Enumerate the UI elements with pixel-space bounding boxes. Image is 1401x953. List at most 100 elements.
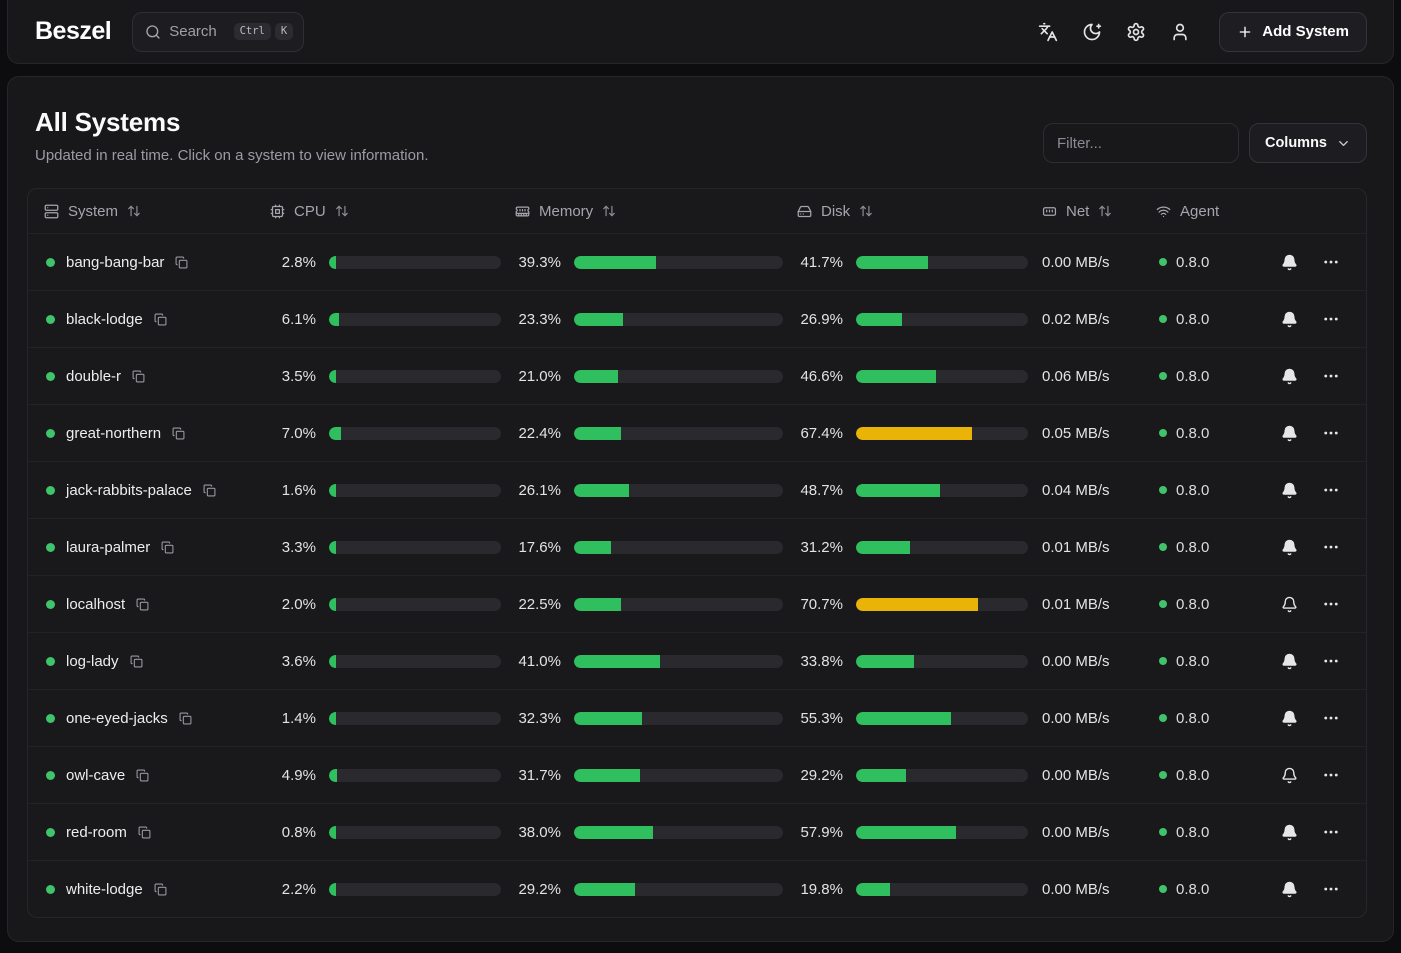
row-menu-button[interactable] (1316, 304, 1346, 334)
row-menu-button[interactable] (1316, 247, 1346, 277)
table-row[interactable]: bang-bang-bar 2.8% 39.3% 41.7% 0.00 MB/s… (28, 233, 1366, 290)
ctrl-key-badge: Ctrl (234, 23, 271, 40)
copy-icon[interactable] (130, 655, 143, 668)
column-header-memory[interactable]: Memory (515, 203, 797, 220)
alerts-button[interactable] (1274, 361, 1304, 391)
cpu-bar-fill (329, 712, 336, 725)
row-menu-button[interactable] (1316, 475, 1346, 505)
cpu-value: 1.6% (270, 482, 316, 499)
app-logo[interactable]: Beszel (35, 17, 111, 46)
copy-icon[interactable] (154, 883, 167, 896)
column-header-disk[interactable]: Disk (797, 203, 1042, 220)
table-row[interactable]: log-lady 3.6% 41.0% 33.8% 0.00 MB/s 0.8.… (28, 632, 1366, 689)
copy-icon[interactable] (172, 427, 185, 440)
agent-status-dot (1159, 657, 1167, 665)
table-row[interactable]: black-lodge 6.1% 23.3% 26.9% 0.02 MB/s 0… (28, 290, 1366, 347)
column-header-system[interactable]: System (44, 203, 270, 220)
table-row[interactable]: great-northern 7.0% 22.4% 67.4% 0.05 MB/… (28, 404, 1366, 461)
net-value: 0.01 MB/s (1042, 596, 1110, 613)
system-name: jack-rabbits-palace (66, 482, 192, 499)
copy-icon[interactable] (179, 712, 192, 725)
net-cell: 0.04 MB/s (1042, 482, 1156, 499)
table-row[interactable]: localhost 2.0% 22.5% 70.7% 0.01 MB/s 0.8… (28, 575, 1366, 632)
row-menu-button[interactable] (1316, 760, 1346, 790)
copy-icon[interactable] (132, 370, 145, 383)
cpu-bar-fill (329, 313, 339, 326)
disk-cell: 41.7% (797, 254, 1042, 271)
table-row[interactable]: white-lodge 2.2% 29.2% 19.8% 0.00 MB/s 0… (28, 860, 1366, 917)
settings-button[interactable] (1117, 13, 1155, 51)
net-value: 0.04 MB/s (1042, 482, 1110, 499)
columns-button[interactable]: Columns (1249, 123, 1367, 163)
net-cell: 0.00 MB/s (1042, 653, 1156, 670)
agent-status-dot (1159, 543, 1167, 551)
cpu-value: 7.0% (270, 425, 316, 442)
table-row[interactable]: owl-cave 4.9% 31.7% 29.2% 0.00 MB/s 0.8.… (28, 746, 1366, 803)
row-menu-button[interactable] (1316, 646, 1346, 676)
table-row[interactable]: laura-palmer 3.3% 17.6% 31.2% 0.01 MB/s … (28, 518, 1366, 575)
disk-bar (856, 769, 1028, 782)
memory-bar (574, 256, 783, 269)
search-input[interactable]: Search Ctrl K (132, 12, 304, 52)
alerts-button[interactable] (1274, 817, 1304, 847)
alerts-button[interactable] (1274, 304, 1304, 334)
language-button[interactable] (1029, 13, 1067, 51)
copy-icon[interactable] (161, 541, 174, 554)
cpu-value: 2.8% (270, 254, 316, 271)
wifi-icon (1156, 204, 1171, 219)
alerts-button[interactable] (1274, 874, 1304, 904)
cpu-bar (329, 541, 501, 554)
theme-toggle-button[interactable] (1073, 13, 1111, 51)
disk-cell: 31.2% (797, 539, 1042, 556)
alerts-button[interactable] (1274, 418, 1304, 448)
agent-status-dot (1159, 714, 1167, 722)
alerts-button[interactable] (1274, 646, 1304, 676)
row-menu-button[interactable] (1316, 589, 1346, 619)
memory-bar (574, 712, 783, 725)
row-menu-button[interactable] (1316, 817, 1346, 847)
net-cell: 0.01 MB/s (1042, 596, 1156, 613)
alerts-button[interactable] (1274, 760, 1304, 790)
alerts-button[interactable] (1274, 532, 1304, 562)
agent-version: 0.8.0 (1176, 254, 1209, 271)
copy-icon[interactable] (203, 484, 216, 497)
net-value: 0.06 MB/s (1042, 368, 1110, 385)
cpu-cell: 7.0% (270, 425, 515, 442)
system-name: laura-palmer (66, 539, 150, 556)
copy-icon[interactable] (136, 598, 149, 611)
row-menu-button[interactable] (1316, 418, 1346, 448)
agent-cell: 0.8.0 (1156, 710, 1256, 727)
user-icon (1170, 22, 1190, 42)
copy-icon[interactable] (154, 313, 167, 326)
table-row[interactable]: one-eyed-jacks 1.4% 32.3% 55.3% 0.00 MB/… (28, 689, 1366, 746)
column-header-agent[interactable]: Agent (1156, 203, 1256, 220)
copy-icon[interactable] (175, 256, 188, 269)
table-row[interactable]: jack-rabbits-palace 1.6% 26.1% 48.7% 0.0… (28, 461, 1366, 518)
table-row[interactable]: red-room 0.8% 38.0% 57.9% 0.00 MB/s 0.8.… (28, 803, 1366, 860)
column-label: Memory (539, 203, 593, 220)
disk-value: 67.4% (797, 425, 843, 442)
table-row[interactable]: double-r 3.5% 21.0% 46.6% 0.06 MB/s 0.8.… (28, 347, 1366, 404)
copy-icon[interactable] (136, 769, 149, 782)
cpu-bar (329, 883, 501, 896)
filter-input[interactable] (1043, 123, 1239, 163)
row-menu-button[interactable] (1316, 874, 1346, 904)
memory-value: 22.5% (515, 596, 561, 613)
net-value: 0.00 MB/s (1042, 254, 1110, 271)
row-menu-button[interactable] (1316, 703, 1346, 733)
disk-value: 48.7% (797, 482, 843, 499)
add-system-button[interactable]: Add System (1219, 12, 1367, 52)
column-header-net[interactable]: Net (1042, 203, 1156, 220)
alerts-button[interactable] (1274, 703, 1304, 733)
alerts-button[interactable] (1274, 475, 1304, 505)
row-menu-button[interactable] (1316, 532, 1346, 562)
user-menu-button[interactable] (1161, 13, 1199, 51)
agent-status-dot (1159, 828, 1167, 836)
ellipsis-icon (1322, 424, 1340, 442)
row-menu-button[interactable] (1316, 361, 1346, 391)
alerts-button[interactable] (1274, 247, 1304, 277)
alerts-button[interactable] (1274, 589, 1304, 619)
column-header-cpu[interactable]: CPU (270, 203, 515, 220)
copy-icon[interactable] (138, 826, 151, 839)
memory-cell: 31.7% (515, 767, 797, 784)
